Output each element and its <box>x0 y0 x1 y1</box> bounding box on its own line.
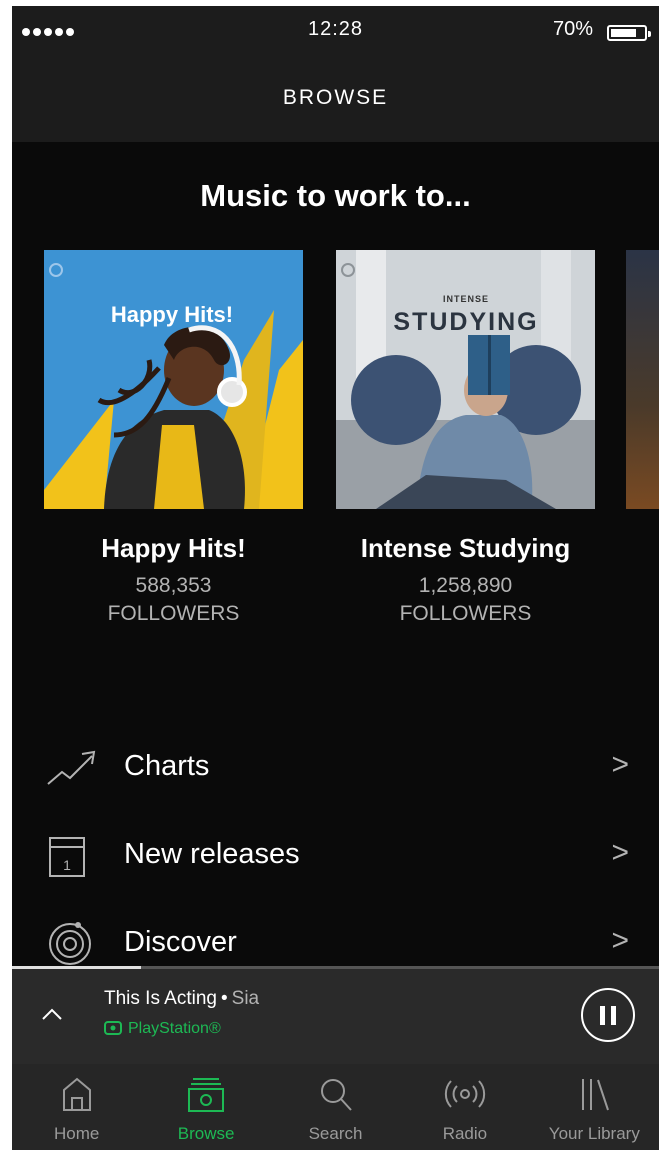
playlist-followers-label: FOLLOWERS <box>399 602 532 625</box>
cover-text-happy-hits: Happy Hits! <box>111 302 233 327</box>
playlist-followers-count: 588,353 <box>135 574 212 597</box>
tab-label: Home <box>54 1124 100 1143</box>
cover-text-intense: INTENSE <box>443 294 489 304</box>
tab-radio[interactable]: Radio <box>400 1064 529 1150</box>
playlist-name[interactable]: Intense Studying <box>336 533 595 564</box>
now-playing-bar[interactable]: This Is Acting • Sia PlayStation® <box>12 966 659 1064</box>
speaker-icon <box>104 1021 122 1035</box>
connected-device[interactable]: PlayStation® <box>104 1020 221 1038</box>
now-playing-separator: • <box>221 988 228 1009</box>
pause-button[interactable] <box>581 988 635 1042</box>
connected-device-name: PlayStation® <box>128 1020 221 1037</box>
calendar-day-number: 1 <box>63 857 71 873</box>
tab-label: Your Library <box>548 1124 640 1143</box>
playback-progress-track <box>12 966 659 969</box>
search-icon <box>315 1074 357 1114</box>
battery-percentage: 70% <box>552 18 593 40</box>
chevron-right-icon: > <box>611 924 629 957</box>
discover-icon <box>44 918 100 968</box>
menu-item-charts[interactable]: Charts > <box>12 724 659 812</box>
status-bar: 12:28 70% <box>12 6 659 54</box>
tab-search[interactable]: Search <box>271 1064 400 1150</box>
expand-player-icon[interactable] <box>40 1002 64 1028</box>
browse-icon <box>185 1074 227 1114</box>
chevron-right-icon: > <box>611 748 629 781</box>
bottom-tab-bar: Home Browse Search Radio Your Library <box>12 1064 659 1150</box>
home-icon <box>56 1074 98 1114</box>
cover-text-studying: STUDYING <box>393 308 538 336</box>
menu-item-label: Discover <box>124 926 237 958</box>
menu-item-label: New releases <box>124 838 300 870</box>
battery-icon <box>607 25 651 41</box>
library-icon <box>573 1074 615 1114</box>
now-playing-artist: Sia <box>231 988 260 1009</box>
tab-label: Browse <box>177 1124 235 1143</box>
radio-icon <box>444 1074 486 1114</box>
tab-label: Search <box>308 1124 363 1143</box>
tab-label: Radio <box>442 1124 488 1143</box>
playlist-followers-count: 1,258,890 <box>418 574 513 597</box>
tab-home[interactable]: Home <box>12 1064 141 1150</box>
playlist-cover-happy-hits[interactable]: Happy Hits! <box>44 250 303 509</box>
playlist-card-happy-hits[interactable]: Happy Hits! Happy Hits! 588,353 FOLLOWER… <box>44 250 303 628</box>
playlist-name[interactable]: Happy Hits! <box>44 533 303 564</box>
menu-item-new-releases[interactable]: 1 New releases > <box>12 812 659 900</box>
tab-your-library[interactable]: Your Library <box>530 1064 659 1150</box>
playlist-cover-intense-studying[interactable]: INTENSE STUDYING <box>336 250 595 509</box>
playlist-card-intense-studying[interactable]: INTENSE STUDYING Intense Studying 1,258,… <box>336 250 595 628</box>
tab-browse[interactable]: Browse <box>141 1064 270 1150</box>
section-title: Music to work to... <box>200 178 471 213</box>
page-title: BROWSE <box>282 86 389 109</box>
playlist-followers-label: FOLLOWERS <box>107 602 240 625</box>
now-playing-track: This Is Acting • Sia <box>104 988 259 1010</box>
menu-item-label: Charts <box>124 750 210 782</box>
calendar-icon: 1 <box>44 830 100 880</box>
now-playing-title: This Is Acting <box>104 988 217 1009</box>
playback-progress-fill <box>12 966 142 969</box>
playlist-card-partial[interactable] <box>626 250 659 509</box>
chart-line-icon <box>44 742 100 792</box>
phone-screen: 12:28 70% BROWSE Music to work to... Hap… <box>12 6 659 1150</box>
chevron-right-icon: > <box>611 836 629 869</box>
top-navigation-bar: BROWSE <box>12 54 659 142</box>
